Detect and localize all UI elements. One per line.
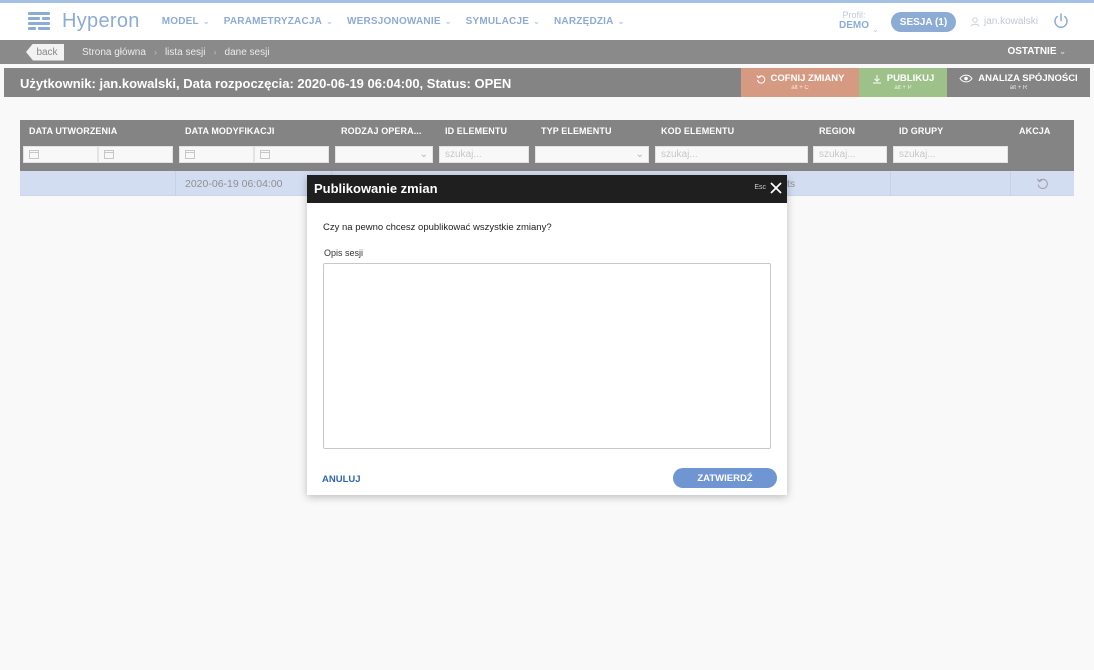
confirm-button[interactable]: ZATWIERDŹ [673,468,777,488]
confirmation-question: Czy na pewno chcesz opublikować wszystki… [323,222,552,233]
session-description-label: Opis sesji [324,248,364,258]
publish-changes-dialog: Publikowanie zmian Esc Czy na pewno chce… [307,175,787,495]
dialog-header: Publikowanie zmian Esc [307,175,787,203]
esc-hint: Esc [754,184,766,191]
session-description-input[interactable] [323,263,771,449]
cancel-button[interactable]: ANULUJ [322,474,361,485]
close-icon[interactable] [769,181,783,195]
dialog-title: Publikowanie zmian [314,181,438,196]
